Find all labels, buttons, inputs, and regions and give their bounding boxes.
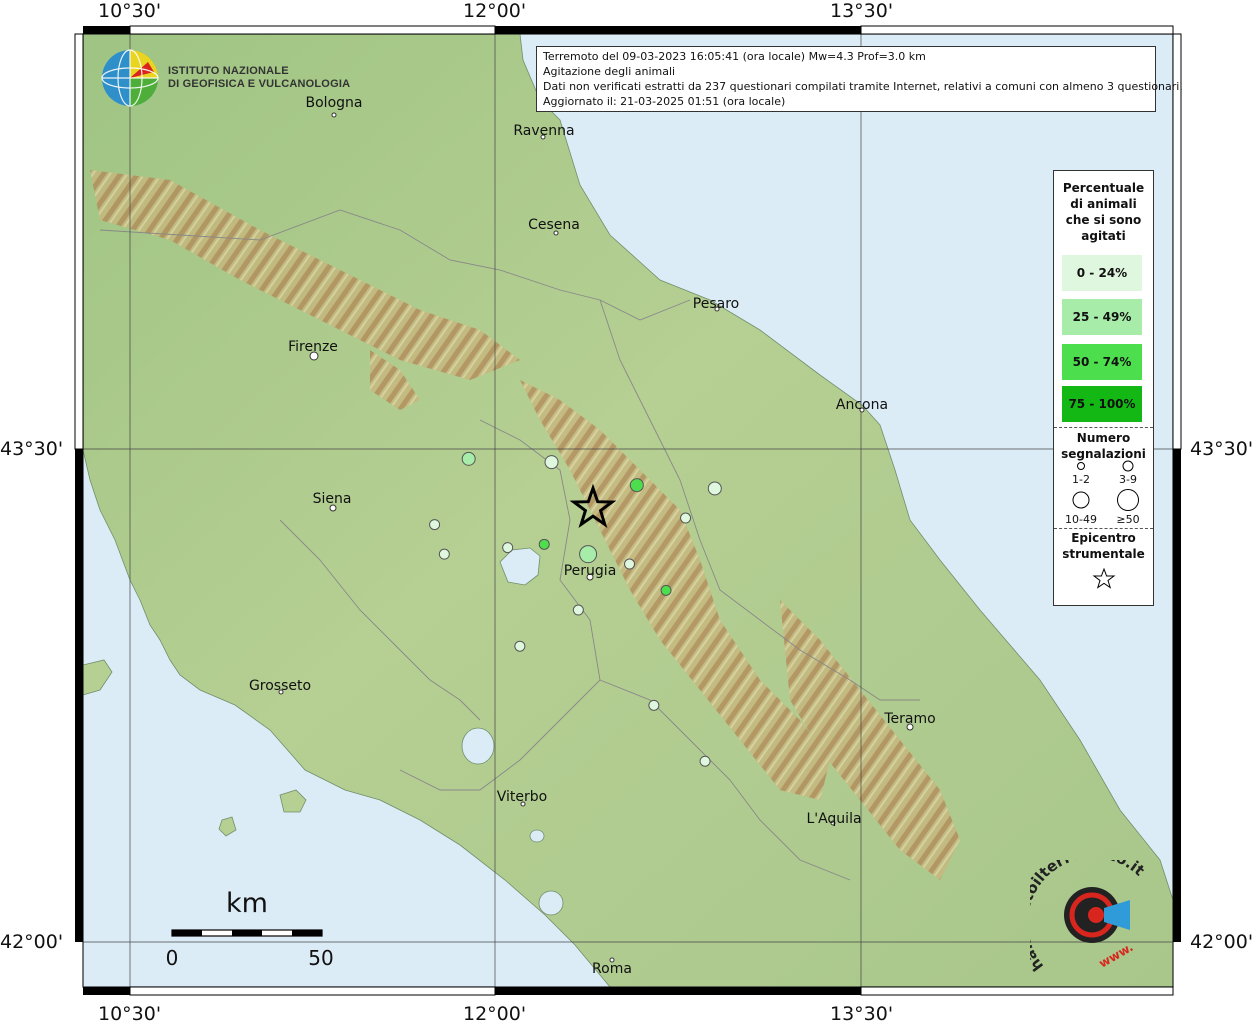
scale-bar xyxy=(171,929,323,937)
lake-bracciano xyxy=(538,890,564,916)
legend-divider xyxy=(1054,427,1153,428)
scale-start: 0 xyxy=(165,946,179,970)
legend-star-icon xyxy=(1092,567,1116,589)
svg-text:haisentitoilterremoto.it: haisentitoilterremoto.it xyxy=(1030,860,1148,975)
observation-point xyxy=(648,699,660,711)
svg-text:www.: www. xyxy=(1097,940,1136,971)
legend-class-2: 50 - 74% xyxy=(1062,344,1142,380)
city-label-teramo: Teramo xyxy=(884,711,936,727)
lon-label-top-1030: 10°30' xyxy=(98,0,162,22)
legend-count-1-2: 1-2 xyxy=(1072,473,1090,486)
ingv-name-line1: ISTITUTO NAZIONALE xyxy=(168,65,289,77)
observation-point xyxy=(624,558,636,570)
city-label-pesaro: Pesaro xyxy=(692,296,740,312)
legend-count-50: ≥50 xyxy=(1116,513,1140,526)
observation-point xyxy=(429,519,441,531)
city-label-viterbo: Viterbo xyxy=(496,789,548,805)
scale-unit: km xyxy=(226,888,268,919)
observation-point xyxy=(579,545,598,564)
lat-label-right-4330: 43°30' xyxy=(1190,438,1254,460)
legend-title-line3: che si sono xyxy=(1065,213,1142,227)
ingv-globe-icon xyxy=(101,49,159,107)
ingv-name-line2: DI GEOFISICA E VULCANOLOGIA xyxy=(168,78,351,90)
ingv-logo: ISTITUTO NAZIONALE DI GEOFISICA E VULCAN… xyxy=(100,48,350,108)
observation-point xyxy=(629,478,644,493)
observation-point xyxy=(461,451,476,466)
lake-vico xyxy=(529,829,545,843)
observation-point xyxy=(572,604,584,616)
legend-title-line1: Percentuale xyxy=(1062,181,1145,195)
observation-point xyxy=(538,538,550,550)
lon-label-top-1200: 12°00' xyxy=(463,0,527,22)
observation-point xyxy=(699,755,711,767)
updated-at: Aggiornato il: 21-03-2025 01:51 (ora loc… xyxy=(543,95,786,108)
lon-label-bottom-1330: 13°30' xyxy=(830,1003,894,1025)
map-subject: Agitazione degli animali xyxy=(543,65,676,78)
city-label-cesena: Cesena xyxy=(528,217,580,233)
observation-point xyxy=(660,584,672,596)
city-label-firenze: Firenze xyxy=(288,339,338,355)
legend-size-symbols xyxy=(1072,460,1139,511)
city-label-ravenna: Ravenna xyxy=(513,123,575,139)
lat-label-right-4200: 42°00' xyxy=(1190,931,1254,953)
observation-point xyxy=(544,455,559,470)
lon-label-bottom-1200: 12°00' xyxy=(463,1003,527,1025)
legend-title-line2: di animali xyxy=(1070,197,1137,211)
legend-class-3: 75 - 100% xyxy=(1062,386,1142,422)
lat-label-left-4200: 42°00' xyxy=(0,931,64,953)
legend-count-3-9: 3-9 xyxy=(1119,473,1137,486)
observation-point xyxy=(514,640,526,652)
city-label-perugia: Perugia xyxy=(563,563,617,579)
legend-divider-2 xyxy=(1054,528,1153,529)
event-info-box: Terremoto del 09-03-2023 16:05:41 (ora l… xyxy=(536,46,1183,112)
legend-count-10-49: 10-49 xyxy=(1065,513,1097,526)
observation-point xyxy=(680,512,692,524)
lon-label-top-1330: 13°30' xyxy=(830,0,894,22)
legend-class-1: 25 - 49% xyxy=(1062,299,1142,335)
city-label-grosseto: Grosseto xyxy=(248,678,312,694)
legend: Percentuale di animali che si sono agita… xyxy=(1053,170,1154,606)
city-label-siena: Siena xyxy=(312,491,352,507)
city-label-laquila: L'Aquila xyxy=(806,811,862,827)
scale-end: 50 xyxy=(308,946,334,970)
haisentitoilterremoto-wordmark: haisentitoilterremoto.it www. xyxy=(1030,860,1148,975)
observation-point xyxy=(707,481,722,496)
lon-label-bottom-1030: 10°30' xyxy=(98,1003,162,1025)
legend-title-line4: agitati xyxy=(1081,229,1126,243)
observation-point xyxy=(438,548,450,560)
legend-count-title-line1: Numero xyxy=(1076,431,1131,445)
city-dot-bologna xyxy=(331,112,337,118)
data-note: Dati non verificati estratti da 237 ques… xyxy=(543,80,1183,93)
city-label-ancona: Ancona xyxy=(835,397,889,413)
lat-label-left-4330: 43°30' xyxy=(0,438,64,460)
city-label-roma: Roma xyxy=(592,961,632,977)
legend-epicenter-title-line1: Epicentro xyxy=(1071,531,1136,545)
lake-bolsena xyxy=(461,727,495,765)
event-title: Terremoto del 09-03-2023 16:05:41 (ora l… xyxy=(543,50,926,63)
legend-epicenter-title-line2: strumentale xyxy=(1062,547,1145,561)
legend-class-0: 0 - 24% xyxy=(1062,255,1142,291)
observation-point xyxy=(502,542,514,554)
